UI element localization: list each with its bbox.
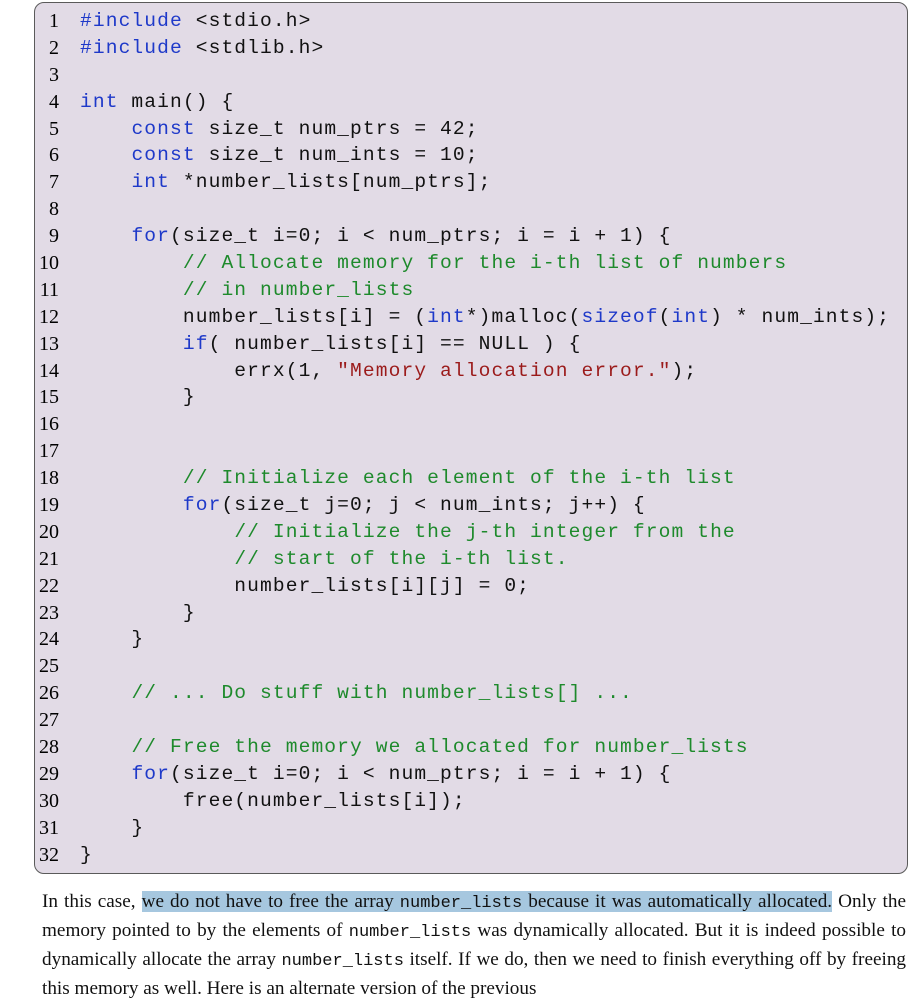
line-number: 23 xyxy=(39,601,59,624)
code-line: if( number_lists[i] == NULL ) { xyxy=(182,332,582,355)
code-line: } xyxy=(80,601,196,624)
line-number: 8 xyxy=(49,198,59,221)
line-number: 32 xyxy=(39,843,59,866)
line-number: 27 xyxy=(39,709,59,732)
code-line: free(number_lists[i]); xyxy=(80,789,466,812)
code-line: } xyxy=(80,628,145,651)
line-number: 29 xyxy=(39,762,59,785)
line-number: 14 xyxy=(39,359,59,382)
code-line: // Allocate memory for the i-th list of … xyxy=(182,252,788,275)
line-number: 18 xyxy=(39,467,59,490)
line-number: 24 xyxy=(39,628,59,651)
code-line: for(size_t i=0; i < num_ptrs; i = i + 1)… xyxy=(131,762,672,785)
line-number: 19 xyxy=(39,494,59,517)
line-number-gutter: 1 2 3 4 5 6 7 8 9 10 11 12 13 14 15 16 17 18 19 20 21 22 23 24 2… xyxy=(35,8,59,869)
inline-code: number_lists xyxy=(281,952,404,971)
highlighted-text: we do not have to free the array number_… xyxy=(141,891,833,913)
line-number: 9 xyxy=(49,225,59,248)
line-number: 20 xyxy=(39,520,59,543)
line-number: 26 xyxy=(39,682,59,705)
code-line: } xyxy=(80,386,196,409)
line-number: 1 xyxy=(49,10,59,32)
code-line: // Initialize each element of the i-th l… xyxy=(182,467,736,490)
line-number: 31 xyxy=(39,816,59,839)
code-line: for(size_t j=0; j < num_ints; j++) { xyxy=(182,494,646,517)
line-number: 5 xyxy=(49,117,59,140)
inline-code: number_lists xyxy=(348,923,472,942)
line-number: 7 xyxy=(49,171,59,194)
code-line: // in number_lists xyxy=(182,278,415,301)
code-line: // Initialize the j-th integer from the xyxy=(234,520,736,543)
line-number: 30 xyxy=(39,789,59,812)
code-line: int *number_lists[num_ptrs]; xyxy=(131,171,492,194)
code-line: const size_t num_ptrs = 42; xyxy=(131,117,479,140)
code-line: for(size_t i=0; i < num_ptrs; i = i + 1)… xyxy=(131,225,672,248)
line-number: 4 xyxy=(49,90,59,113)
code-line: #include <stdlib.h> xyxy=(80,36,325,59)
prose-text: we do not have to free the array xyxy=(141,891,400,912)
explanation-paragraph: In this case, we do not have to free the… xyxy=(42,888,906,1002)
code-line: } xyxy=(80,843,93,866)
code-line: number_lists[i] = (int*)malloc(sizeof(in… xyxy=(80,305,891,328)
line-number: 6 xyxy=(49,144,59,167)
code-line: } xyxy=(80,816,145,839)
prose-text: In this case, xyxy=(42,891,142,912)
line-number: 17 xyxy=(39,440,59,463)
code-line: int main() { xyxy=(80,90,235,113)
inline-code: number_lists xyxy=(399,894,523,913)
line-number: 15 xyxy=(39,386,59,409)
code-line: // start of the i-th list. xyxy=(234,547,569,570)
line-number: 3 xyxy=(49,63,59,86)
code-line: // Free the memory we allocated for numb… xyxy=(131,736,749,759)
line-number: 28 xyxy=(39,736,59,759)
line-number: 13 xyxy=(39,332,59,355)
line-number: 2 xyxy=(49,36,59,59)
line-number: 25 xyxy=(39,655,59,678)
line-number: 22 xyxy=(39,574,59,597)
code-listing: 1 2 3 4 5 6 7 8 9 10 11 12 13 14 15 16 17 18 19 20 21 22 23 24 2… xyxy=(34,2,908,874)
code-line: // ... Do stuff with number_lists[] ... xyxy=(131,682,633,705)
code-line: #include <stdio.h> xyxy=(80,10,312,32)
line-number: 11 xyxy=(39,278,59,301)
code-line: errx(1, "Memory allocation error."); xyxy=(80,359,698,382)
code-line: const size_t num_ints = 10; xyxy=(131,144,479,167)
line-number: 16 xyxy=(39,413,59,436)
code-line: number_lists[i][j] = 0; xyxy=(80,574,531,597)
line-number: 21 xyxy=(39,547,59,570)
line-number: 10 xyxy=(39,252,59,275)
line-number: 12 xyxy=(39,305,59,328)
code-body: #include <stdio.h> #include <stdlib.h> in… xyxy=(80,8,890,869)
prose-text: because it was automatically allocated. xyxy=(522,891,833,912)
